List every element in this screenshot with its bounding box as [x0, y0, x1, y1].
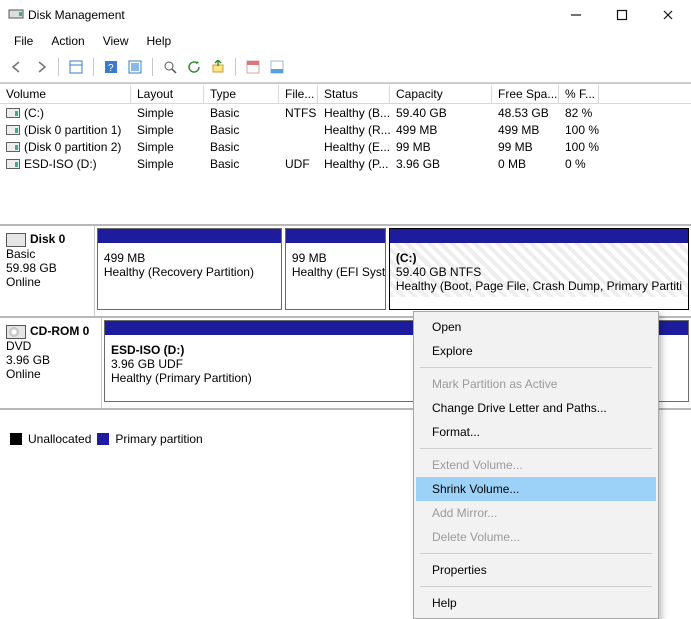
forward-button[interactable]	[30, 56, 52, 78]
menubar: File Action View Help	[0, 30, 691, 52]
window-title: Disk Management	[24, 8, 553, 22]
col-freespace[interactable]: Free Spa...	[492, 85, 559, 103]
ctx-explore[interactable]: Explore	[416, 339, 656, 363]
ctx-properties[interactable]: Properties	[416, 558, 656, 582]
disk-name: Disk 0	[30, 232, 65, 246]
disk-size: 3.96 GB	[6, 353, 95, 367]
partition-size: 499 MB	[104, 251, 275, 265]
disk-info-cdrom[interactable]: CD-ROM 0 DVD 3.96 GB Online	[0, 318, 102, 408]
volume-list-header[interactable]: Volume Layout Type File... Status Capaci…	[0, 84, 691, 104]
disk-type: Basic	[6, 247, 88, 261]
disk-info-0[interactable]: Disk 0 Basic 59.98 GB Online	[0, 226, 95, 316]
partition-name: (C:)	[396, 251, 682, 265]
refresh-icon[interactable]	[183, 56, 205, 78]
ctx-change-letter[interactable]: Change Drive Letter and Paths...	[416, 396, 656, 420]
table-row[interactable]: (C:) Simple Basic NTFS Healthy (B... 59.…	[0, 104, 691, 121]
ctx-open[interactable]: Open	[416, 315, 656, 339]
toolbar-separator	[235, 58, 236, 76]
menu-help[interactable]: Help	[139, 32, 180, 50]
ctx-mark-active[interactable]: Mark Partition as Active	[416, 372, 656, 396]
toolbar-list-bottom-icon[interactable]	[266, 56, 288, 78]
col-capacity[interactable]: Capacity	[390, 85, 492, 103]
toolbar-separator	[93, 58, 94, 76]
menu-view[interactable]: View	[95, 32, 137, 50]
toolbar-settings-icon[interactable]	[124, 56, 146, 78]
disk-size: 59.98 GB	[6, 261, 88, 275]
ctx-format[interactable]: Format...	[416, 420, 656, 444]
col-layout[interactable]: Layout	[131, 85, 204, 103]
help-icon[interactable]: ?	[100, 56, 122, 78]
drive-icon	[6, 159, 20, 169]
col-filesystem[interactable]: File...	[279, 85, 318, 103]
toolbar-export-icon[interactable]	[207, 56, 229, 78]
stripe	[286, 229, 385, 243]
vol-name: (Disk 0 partition 1)	[24, 123, 121, 137]
toolbar-list-top-icon[interactable]	[242, 56, 264, 78]
titlebar: Disk Management	[0, 0, 691, 30]
disk-row-0: Disk 0 Basic 59.98 GB Online 499 MB Heal…	[0, 226, 691, 318]
toolbar-separator	[58, 58, 59, 76]
col-status[interactable]: Status	[318, 85, 390, 103]
table-row[interactable]: (Disk 0 partition 1) Simple Basic Health…	[0, 121, 691, 138]
vol-name: ESD-ISO (D:)	[24, 157, 97, 171]
partition-recovery[interactable]: 499 MB Healthy (Recovery Partition)	[97, 228, 282, 310]
partition-status: Healthy (Recovery Partition)	[104, 265, 275, 279]
legend-primary: Primary partition	[115, 432, 202, 446]
partition-c[interactable]: (C:) 59.40 GB NTFS Healthy (Boot, Page F…	[389, 228, 689, 310]
stripe	[98, 229, 281, 243]
table-row[interactable]: (Disk 0 partition 2) Simple Basic Health…	[0, 138, 691, 155]
back-button[interactable]	[6, 56, 28, 78]
toolbar: ?	[0, 52, 691, 83]
menu-action[interactable]: Action	[43, 32, 92, 50]
close-button[interactable]	[645, 0, 691, 30]
swatch-primary	[97, 433, 109, 445]
maximize-button[interactable]	[599, 0, 645, 30]
disk-name: CD-ROM 0	[30, 324, 89, 338]
search-icon[interactable]	[159, 56, 181, 78]
app-icon	[8, 6, 24, 25]
vol-name: (C:)	[24, 106, 44, 120]
partition-status: Healthy (Boot, Page File, Crash Dump, Pr…	[396, 279, 682, 293]
col-pctfree[interactable]: % F...	[559, 85, 599, 103]
cdrom-icon	[6, 325, 26, 339]
col-type[interactable]: Type	[204, 85, 279, 103]
toolbar-separator	[152, 58, 153, 76]
drive-icon	[6, 108, 20, 118]
drive-icon	[6, 142, 20, 152]
disk-icon	[6, 233, 26, 247]
toolbar-view-icon[interactable]	[65, 56, 87, 78]
volume-list[interactable]: Volume Layout Type File... Status Capaci…	[0, 83, 691, 172]
ctx-separator	[420, 586, 652, 587]
disk-state: Online	[6, 367, 95, 381]
disk-state: Online	[6, 275, 88, 289]
partition-size: 99 MB	[292, 251, 379, 265]
ctx-shrink[interactable]: Shrink Volume...	[416, 477, 656, 501]
ctx-help[interactable]: Help	[416, 591, 656, 615]
ctx-separator	[420, 553, 652, 554]
partition-efi[interactable]: 99 MB Healthy (EFI System	[285, 228, 386, 310]
minimize-button[interactable]	[553, 0, 599, 30]
partition-size: 59.40 GB NTFS	[396, 265, 682, 279]
swatch-unallocated	[10, 433, 22, 445]
ctx-extend[interactable]: Extend Volume...	[416, 453, 656, 477]
menu-file[interactable]: File	[6, 32, 41, 50]
window-controls	[553, 0, 691, 30]
partition-status: Healthy (EFI System	[292, 265, 379, 279]
disk-type: DVD	[6, 339, 95, 353]
col-volume[interactable]: Volume	[0, 85, 131, 103]
svg-text:?: ?	[108, 63, 114, 74]
legend-unallocated: Unallocated	[28, 432, 91, 446]
ctx-add-mirror[interactable]: Add Mirror...	[416, 501, 656, 525]
stripe	[390, 229, 688, 243]
ctx-delete[interactable]: Delete Volume...	[416, 525, 656, 549]
vol-name: (Disk 0 partition 2)	[24, 140, 121, 154]
ctx-separator	[420, 367, 652, 368]
table-row[interactable]: ESD-ISO (D:) Simple Basic UDF Healthy (P…	[0, 155, 691, 172]
context-menu: Open Explore Mark Partition as Active Ch…	[413, 311, 659, 619]
ctx-separator	[420, 448, 652, 449]
drive-icon	[6, 125, 20, 135]
